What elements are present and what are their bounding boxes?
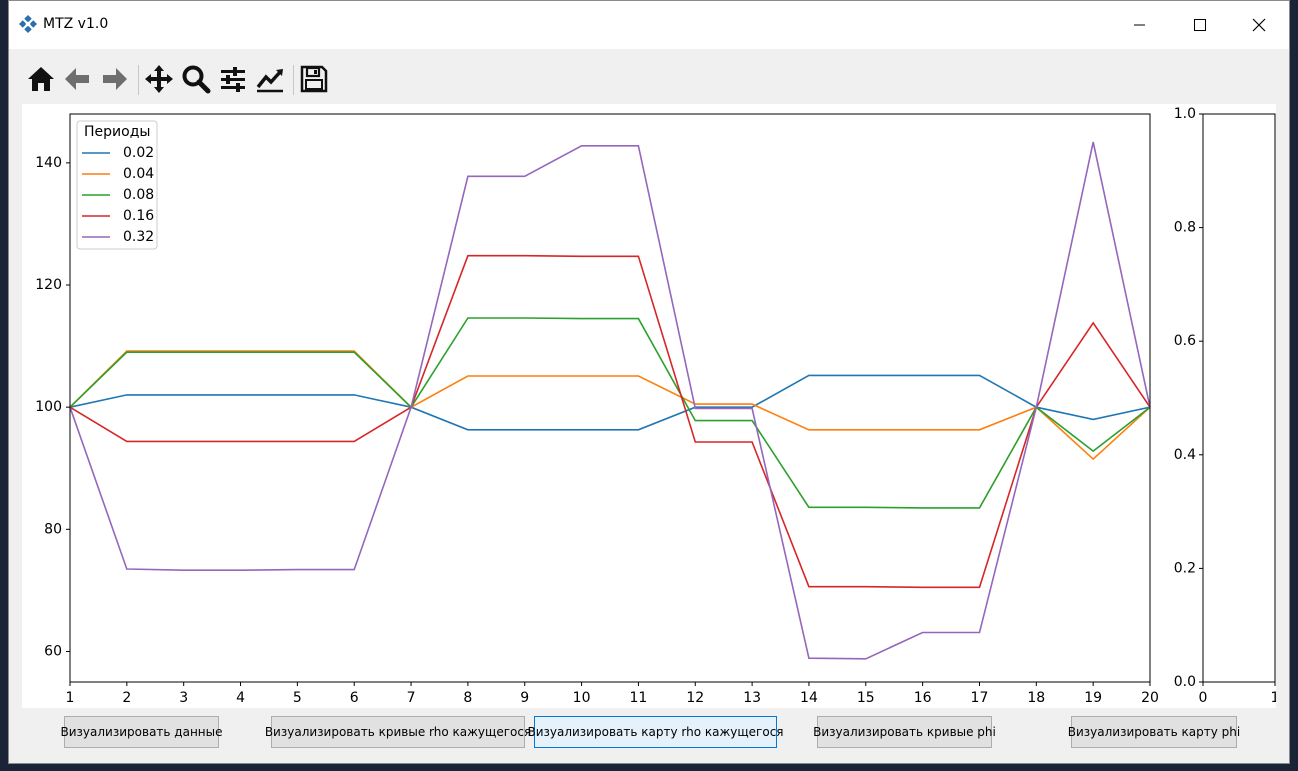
y-tick-label: 80 — [44, 521, 62, 537]
x-tick-label: 15 — [857, 690, 875, 706]
maximize-button[interactable] — [1181, 11, 1217, 39]
x-tick-label: 10 — [573, 690, 591, 706]
app-window: MTZ v1.0 1 2 3 4 5 6 7 8 9 10 11 12 13 1… — [8, 0, 1290, 764]
y-tick-label: 140 — [35, 155, 62, 171]
legend-label-0.32: 0.32 — [123, 229, 154, 245]
x-tick-label: 9 — [520, 690, 529, 706]
x-tick-label: 11 — [630, 690, 648, 706]
x-tick-label: 17 — [971, 690, 989, 706]
forward-arrow-icon[interactable] — [99, 63, 131, 95]
secondary-y-tick-label: 0.8 — [1174, 220, 1196, 236]
plot-toolbar — [9, 53, 1289, 101]
series-line-0.32 — [69, 141, 1151, 660]
x-tick-label: 3 — [179, 690, 188, 706]
y-tick-label: 120 — [35, 277, 62, 293]
x-tick-label: 19 — [1084, 690, 1102, 706]
x-tick-label: 18 — [1027, 690, 1045, 706]
rho-curves-button[interactable]: Визуализировать кривые rho кажущегося — [265, 716, 531, 748]
home-icon[interactable] — [25, 63, 57, 95]
x-tick-label: 13 — [743, 690, 761, 706]
toolbar-separator — [138, 65, 139, 95]
secondary-y-tick-label: 0.0 — [1174, 674, 1196, 690]
secondary-x-tick-label: 1 — [1271, 690, 1276, 706]
secondary-y-tick-label: 0.4 — [1174, 447, 1196, 463]
close-button[interactable] — [1241, 11, 1277, 39]
x-tick-label: 12 — [686, 690, 704, 706]
save-icon[interactable] — [298, 63, 330, 95]
secondary-y-tick-label: 0.2 — [1174, 560, 1196, 576]
series-line-0.04 — [69, 350, 1151, 461]
secondary-y-tick-label: 0.6 — [1174, 333, 1196, 349]
phi-map-button[interactable]: Визуализировать карту phi — [1068, 716, 1240, 748]
series-line-0.02 — [69, 374, 1151, 431]
legend-label-0.04: 0.04 — [123, 166, 154, 182]
secondary-y-tick-label: 1.0 — [1174, 106, 1196, 122]
series-line-0.16 — [69, 254, 1151, 589]
rho-map-button[interactable]: Визуализировать карту rho кажущегося — [527, 716, 784, 748]
secondary-x-tick-label: 0 — [1199, 690, 1208, 706]
edit-axis-icon[interactable] — [254, 63, 286, 95]
legend-label-0.16: 0.16 — [123, 208, 154, 224]
x-tick-label: 2 — [122, 690, 131, 706]
legend-label-0.02: 0.02 — [123, 145, 154, 161]
secondary-plot-frame — [1202, 113, 1276, 683]
y-tick-label: 60 — [44, 643, 62, 659]
visualize-data-button[interactable]: Визуализировать данные — [61, 716, 223, 748]
x-tick-label: 16 — [914, 690, 932, 706]
x-tick-label: 4 — [236, 690, 245, 706]
x-tick-label: 20 — [1141, 690, 1159, 706]
x-tick-label: 14 — [800, 690, 818, 706]
legend-label-0.08: 0.08 — [123, 187, 154, 203]
back-arrow-icon[interactable] — [61, 63, 93, 95]
zoom-icon[interactable] — [180, 63, 212, 95]
phi-curves-button[interactable]: Визуализировать кривые phi — [813, 716, 996, 748]
x-tick-label: 7 — [407, 690, 416, 706]
app-logo-icon — [18, 14, 38, 34]
chart-svg: 1 2 3 4 5 6 7 8 9 10 11 12 13 14 15 16 17 18 19 20608010012… — [35, 106, 1276, 706]
y-tick-label: 100 — [35, 399, 62, 415]
toolbar-separator — [293, 65, 294, 95]
series-line-0.08 — [69, 317, 1151, 509]
x-tick-label: 8 — [463, 690, 472, 706]
subplots-config-icon[interactable] — [217, 63, 249, 95]
plot-canvas[interactable]: 1 2 3 4 5 6 7 8 9 10 11 12 13 14 15 16 17 18 19 20 60 80 100 12… — [22, 104, 1276, 708]
x-tick-label: 1 — [66, 690, 75, 706]
legend-title: Периоды — [84, 124, 150, 140]
x-tick-label: 6 — [350, 690, 359, 706]
window-title: MTZ v1.0 — [43, 16, 109, 32]
minimize-button[interactable] — [1121, 11, 1157, 39]
x-tick-label: 5 — [293, 690, 302, 706]
title-bar: MTZ v1.0 — [9, 1, 1289, 49]
pan-icon[interactable] — [143, 63, 175, 95]
